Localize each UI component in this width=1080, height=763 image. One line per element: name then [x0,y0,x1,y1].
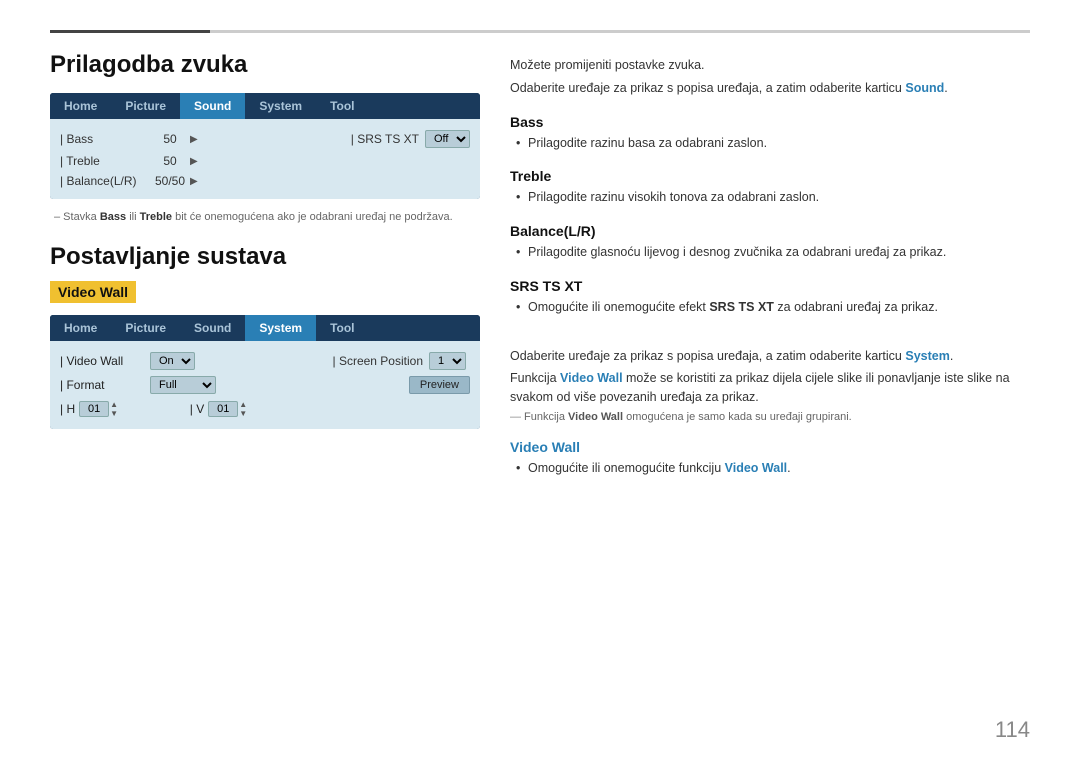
system-note: Funkcija Video Wall omogućena je samo ka… [510,411,1030,423]
preview-button[interactable]: Preview [409,376,470,394]
section-title-system: Postavljanje sustava [50,243,480,271]
system-menu-tabs: Home Picture Sound System Tool [50,315,480,341]
v-spin[interactable]: ▲▼ [239,400,247,418]
bass-desc: Prilagodite razinu basa za odabrani zasl… [510,134,1030,153]
sound-intro1: Možete promijeniti postavke zvuka. [510,56,1030,75]
tab-tool[interactable]: Tool [316,93,368,119]
srs-title: SRS TS XT [510,278,1030,294]
vw-desc: Omogućite ili onemogućite funkciju Video… [510,459,1030,478]
srs-label: | SRS TS XT [351,132,419,146]
tab-home[interactable]: Home [50,93,111,119]
bass-arrow[interactable]: ▶ [190,134,198,145]
system-menu-ui: Home Picture Sound System Tool | Video W… [50,315,480,429]
top-rules [50,30,1030,33]
h-spin[interactable]: ▲▼ [110,400,118,418]
treble-desc: Prilagodite razinu visokih tonova za oda… [510,188,1030,207]
vw-link2[interactable]: Video Wall [725,461,788,475]
videowall-label: | Video Wall [60,354,150,368]
sys-tab-home[interactable]: Home [50,315,111,341]
sys-tab-sound[interactable]: Sound [180,315,245,341]
balance-value: 50/50 [150,174,190,188]
h-label: | H [60,402,75,416]
bass-row: | Bass 50 ▶ | SRS TS XT Off On [60,127,470,151]
sound-menu-content: | Bass 50 ▶ | SRS TS XT Off On | Treble … [50,119,480,199]
srs-select[interactable]: Off On [425,130,470,148]
videowall-select[interactable]: On Off [150,352,195,370]
video-wall-badge: Video Wall [50,281,136,303]
right-column: Možete promijeniti postavke zvuka. Odabe… [510,51,1030,743]
sound-menu-ui: Home Picture Sound System Tool | Bass 50… [50,93,480,199]
balance-row: | Balance(L/R) 50/50 ▶ [60,171,470,191]
rule-light [210,30,1030,33]
balance-desc: Prilagodite glasnoću lijevog i desnog zv… [510,243,1030,262]
bass-title: Bass [510,114,1030,130]
screenpos-select[interactable]: 1 2 [429,352,466,370]
section-title-sound: Prilagodba zvuka [50,51,480,79]
system-intro1: Odaberite uređaje za prikaz s popisa ure… [510,347,1030,366]
treble-title: Treble [510,168,1030,184]
vw-title: Video Wall [510,439,1030,455]
sound-note: – Stavka Bass ili Treble bit će onemoguć… [54,211,480,223]
bass-value: 50 [150,132,190,146]
screenpos-label: | Screen Position [333,354,424,368]
balance-arrow[interactable]: ▶ [190,176,198,187]
bass-label: | Bass [60,132,150,146]
srs-section: SRS TS XT Omogućite ili onemogućite efek… [510,278,1030,317]
balance-label: | Balance(L/R) [60,174,150,188]
treble-arrow[interactable]: ▶ [190,156,198,167]
balance-title: Balance(L/R) [510,223,1030,239]
sys-tab-system[interactable]: System [245,315,316,341]
bass-section: Bass Prilagodite razinu basa za odabrani… [510,114,1030,153]
system-intro2: Funkcija Video Wall može se koristiti za… [510,369,1030,407]
tab-sound[interactable]: Sound [180,93,245,119]
tab-system[interactable]: System [245,93,316,119]
format-label: | Format [60,378,150,392]
v-label: | V [190,402,204,416]
system-menu-content: | Video Wall On Off | Screen Position 1 … [50,341,480,429]
v-input[interactable] [208,401,238,417]
srs-desc: Omogućite ili onemogućite efekt SRS TS X… [510,298,1030,317]
h-input[interactable] [79,401,109,417]
right-col-bottom: Odaberite uređaje za prikaz s popisa ure… [510,347,1030,478]
tab-picture[interactable]: Picture [111,93,180,119]
format-select[interactable]: Full Natural [150,376,216,394]
system-link[interactable]: System [905,349,949,363]
format-row: | Format Full Natural Preview [60,373,470,397]
sys-tab-picture[interactable]: Picture [111,315,180,341]
content-area: Prilagodba zvuka Home Picture Sound Syst… [50,51,1030,743]
sys-tab-tool[interactable]: Tool [316,315,368,341]
sound-menu-tabs: Home Picture Sound System Tool [50,93,480,119]
rule-dark [50,30,210,33]
vw-section: Video Wall Omogućite ili onemogućite fun… [510,439,1030,478]
hv-row: | H ▲▼ | V ▲▼ [60,397,470,421]
balance-section: Balance(L/R) Prilagodite glasnoću lijevo… [510,223,1030,262]
sound-intro2: Odaberite uređaje za prikaz s popisa ure… [510,79,1030,98]
vw-link1[interactable]: Video Wall [560,371,623,385]
left-column: Prilagodba zvuka Home Picture Sound Syst… [50,51,480,743]
treble-label: | Treble [60,154,150,168]
page-container: Prilagodba zvuka Home Picture Sound Syst… [0,0,1080,763]
treble-value: 50 [150,154,190,168]
videowall-row: | Video Wall On Off | Screen Position 1 … [60,349,470,373]
treble-row: | Treble 50 ▶ [60,151,470,171]
treble-section: Treble Prilagodite razinu visokih tonova… [510,168,1030,207]
sound-link[interactable]: Sound [905,81,944,95]
page-number: 114 [995,717,1030,743]
